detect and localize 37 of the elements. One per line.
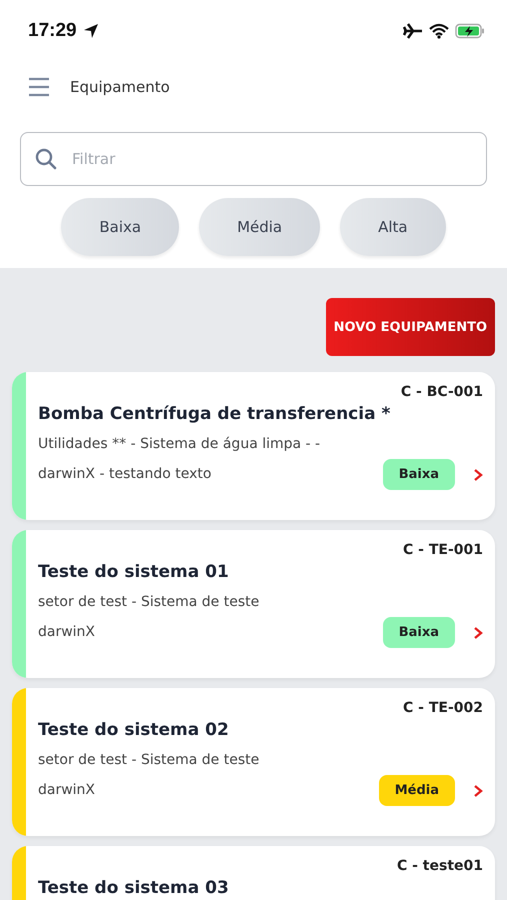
menu-icon[interactable] <box>28 77 50 97</box>
equipment-name: Teste do sistema 03 <box>38 878 230 898</box>
equipment-code: C - TE-002 <box>403 700 483 716</box>
new-equipment-button[interactable]: NOVO EQUIPAMENTO <box>326 298 495 356</box>
equipment-location: Utilidades ** - Sistema de água limpa - - <box>38 435 322 454</box>
equipment-card[interactable]: C - TE-002 Teste do sistema 02 setor de test - Sistema de teste darwinX Média <box>12 688 495 836</box>
location-arrow-icon <box>82 23 99 39</box>
priority-filter-button[interactable]: Baixa <box>61 198 180 256</box>
equipment-code: C - teste01 <box>396 858 483 874</box>
equipment-location: setor de test - Sistema de teste <box>38 593 260 612</box>
priority-badge: Média <box>378 775 455 806</box>
equipment-code: C - TE-001 <box>403 542 483 558</box>
equipment-name: Teste do sistema 01 <box>38 562 230 582</box>
priority-filter-button[interactable]: Média <box>199 198 320 256</box>
equipment-owner: darwinX <box>38 781 96 800</box>
status-time: 17:29 <box>28 20 77 42</box>
search-icon <box>35 148 57 170</box>
equipment-location: setor de test - Sistema de teste <box>38 751 260 770</box>
equipment-owner: darwinX - testando texto <box>38 465 212 484</box>
equipment-owner: darwinX <box>38 623 96 642</box>
equipment-name: Teste do sistema 02 <box>38 720 230 740</box>
equipment-code: C - BC-001 <box>400 384 483 400</box>
equipment-name: Bomba Centrífuga de transferencia * <box>38 404 392 424</box>
wifi-icon <box>429 23 449 39</box>
equipment-card[interactable]: C - TE-001 Teste do sistema 01 setor de test - Sistema de teste darwinX Baixa <box>12 530 495 678</box>
chevron-right-icon <box>473 784 483 798</box>
chevron-right-icon <box>473 468 483 482</box>
page-title: Equipamento <box>70 78 170 96</box>
priority-filter-button[interactable]: Alta <box>340 198 446 256</box>
equipment-card[interactable]: C - teste01 Teste do sistema 03 <box>12 846 495 900</box>
chevron-right-icon <box>473 626 483 640</box>
battery-charging-icon <box>455 23 485 39</box>
airplane-icon <box>403 23 423 39</box>
equipment-card[interactable]: C - BC-001 Bomba Centrífuga de transferencia * Utilidades ** - Sistema de água limpa - - darwinX - testando texto Baixa <box>12 372 495 520</box>
priority-badge: Baixa <box>382 617 455 648</box>
search-field[interactable]: Filtrar <box>20 132 487 186</box>
priority-badge: Baixa <box>382 459 455 490</box>
